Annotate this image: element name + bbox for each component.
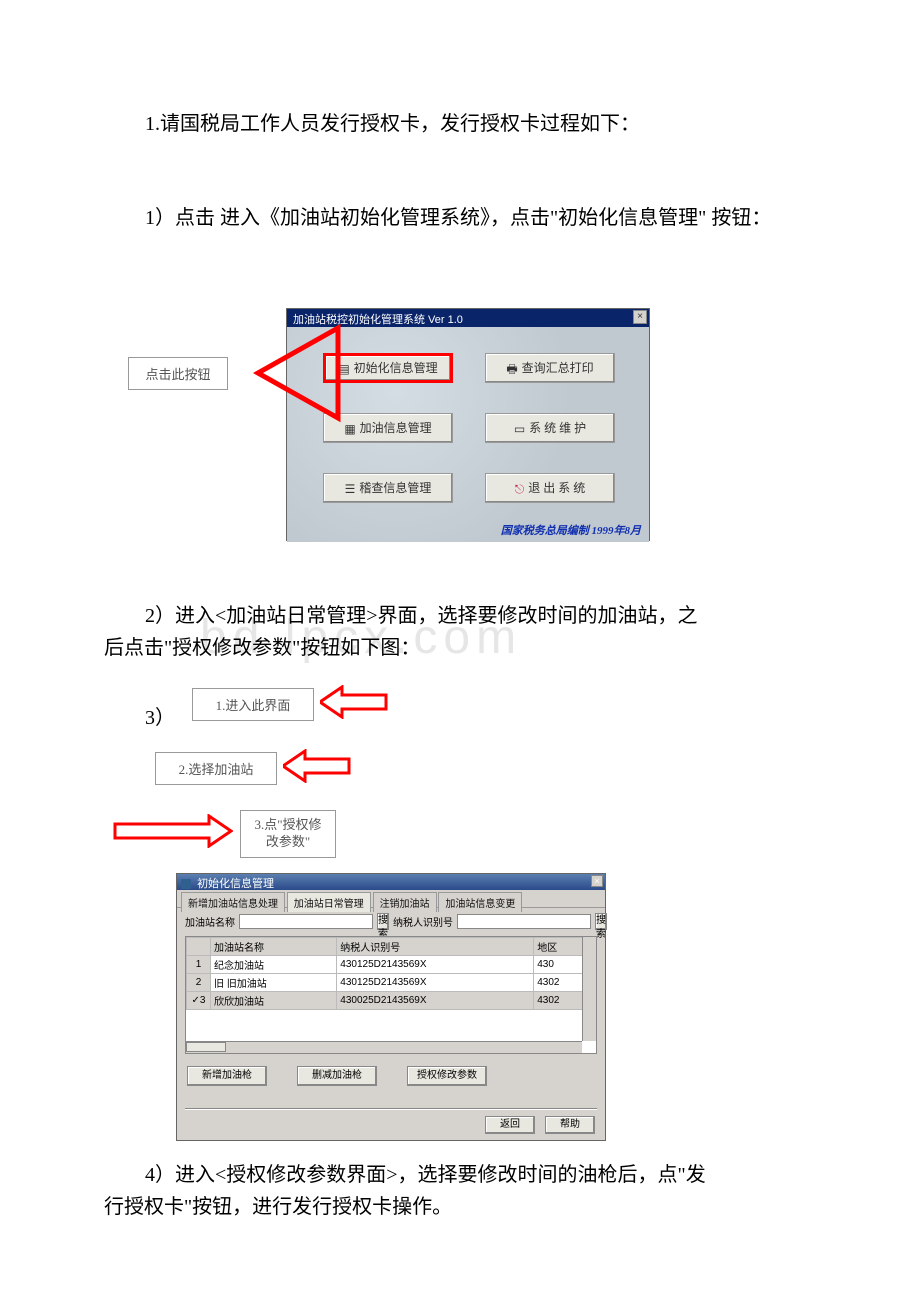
tab-station-daily-mgmt[interactable]: 加油站日常管理 bbox=[287, 892, 371, 912]
search-input-station-name[interactable] bbox=[239, 914, 373, 929]
search-button-2[interactable]: 搜索 bbox=[595, 913, 607, 930]
audit-info-mgmt-label: 稽查信息管理 bbox=[359, 481, 431, 495]
add-gas-gun-button[interactable]: 新增加油枪 bbox=[187, 1066, 267, 1086]
system-maint-button[interactable]: ▭ 系 统 维 护 bbox=[485, 413, 615, 443]
window2-separator bbox=[185, 1108, 597, 1110]
step2-box: 2.选择加油站 bbox=[155, 752, 277, 785]
remove-gas-gun-button[interactable]: 删减加油枪 bbox=[297, 1066, 377, 1086]
help-button[interactable]: 帮助 bbox=[545, 1116, 595, 1134]
grid-header-station-name: 加油站名称 bbox=[211, 938, 337, 956]
window1-close-button[interactable]: × bbox=[633, 310, 647, 324]
exit-icon: ⎋ bbox=[515, 475, 525, 503]
paragraph-2-line1: 1）点击 进入《加油站初始化管理系统》，点击"初始化信息管理" 按钮： bbox=[145, 202, 845, 234]
query-print-label: 查询汇总打印 bbox=[522, 361, 594, 375]
grid-row-1[interactable]: 1 纪念加油站 430125D2143569X 430 bbox=[187, 956, 596, 974]
paragraph-4-line2: 行授权卡"按钮，进行发行授权卡操作。 bbox=[104, 1191, 804, 1223]
search-button-1[interactable]: 搜索 bbox=[377, 913, 389, 930]
auth-modify-params-button[interactable]: 授权修改参数 bbox=[407, 1066, 487, 1086]
paragraph-1: 1.请国税局工作人员发行授权卡，发行授权卡过程如下： bbox=[145, 108, 845, 140]
grid-cell-name-2: 旧 旧加油站 bbox=[211, 974, 337, 992]
tab-station-info-change[interactable]: 加油站信息变更 bbox=[438, 892, 522, 912]
search-label-tax-id: 纳税人识别号 bbox=[393, 914, 453, 929]
grid-header-blank bbox=[187, 938, 211, 956]
callout-click-this-button: 点击此按钮 bbox=[128, 357, 228, 390]
grid-rownum-1: 1 bbox=[187, 956, 211, 974]
list-icon: ☰ bbox=[345, 475, 356, 503]
grid-horizontal-scrollbar[interactable] bbox=[186, 1041, 582, 1053]
grid-header-tax-id: 纳税人识别号 bbox=[337, 938, 534, 956]
grid-cell-tax-2: 430125D2143569X bbox=[337, 974, 534, 992]
search-input-tax-id[interactable] bbox=[457, 914, 591, 929]
grid-rownum-3: ✓3 bbox=[187, 992, 211, 1010]
paragraph-3-line1: 2）进入<加油站日常管理>界面，选择要修改时间的加油站，之 bbox=[145, 600, 845, 632]
grid-row-3-selected[interactable]: ✓3 欣欣加油站 430025D2143569X 4302 bbox=[187, 992, 596, 1010]
system-maint-label: 系 统 维 护 bbox=[529, 421, 586, 435]
red-arrow-step1 bbox=[320, 685, 390, 719]
red-arrow-pointer-1 bbox=[228, 318, 348, 428]
window2-icon bbox=[181, 879, 191, 889]
query-print-button[interactable]: 🖶 查询汇总打印 bbox=[485, 353, 615, 383]
step3-box: 3.点"授权修改参数" bbox=[240, 810, 336, 858]
grid-cell-tax-1: 430125D2143569X bbox=[337, 956, 534, 974]
window1-footer: 国家税务总局编制 1999年8月 bbox=[501, 522, 641, 538]
monitor-icon: ▭ bbox=[514, 415, 525, 443]
window-init-info-mgmt: 初始化信息管理 × 新增加油站信息处理 加油站日常管理 注销加油站 加油站信息变… bbox=[176, 873, 606, 1141]
back-button[interactable]: 返回 bbox=[485, 1116, 535, 1134]
grid-cell-name-1: 纪念加油站 bbox=[211, 956, 337, 974]
paragraph-3-number: 3） bbox=[145, 702, 175, 734]
grid-rownum-2: 2 bbox=[187, 974, 211, 992]
grid-header-row: 加油站名称 纳税人识别号 地区 bbox=[187, 938, 596, 956]
window2-footer: 返回 帮助 bbox=[485, 1116, 595, 1134]
grid-scroll-thumb[interactable] bbox=[186, 1042, 226, 1052]
paragraph-3-line2: 后点击"授权修改参数"按钮如下图： bbox=[104, 632, 804, 664]
red-arrow-step2 bbox=[283, 749, 353, 783]
window2-button-row: 新增加油枪 删减加油枪 授权修改参数 bbox=[177, 1056, 605, 1090]
search-label-station-name: 加油站名称 bbox=[185, 914, 235, 929]
window2-data-grid[interactable]: 加油站名称 纳税人识别号 地区 1 纪念加油站 430125D2143569X … bbox=[185, 936, 597, 1054]
grid-vertical-scrollbar[interactable] bbox=[582, 937, 596, 1041]
exit-system-button[interactable]: ⎋退 出 系 统 bbox=[485, 473, 615, 503]
red-arrow-step3 bbox=[113, 814, 233, 848]
window2-titlebar: 初始化信息管理 × bbox=[177, 874, 605, 890]
window2-tabrow: 新增加油站信息处理 加油站日常管理 注销加油站 加油站信息变更 bbox=[177, 890, 605, 908]
window2-close-button[interactable]: × bbox=[591, 875, 603, 887]
window2-title-text: 初始化信息管理 bbox=[197, 878, 274, 890]
printer-icon: 🖶 bbox=[506, 355, 517, 383]
tab-new-station-info[interactable]: 新增加油站信息处理 bbox=[181, 892, 285, 912]
tab-cancel-station[interactable]: 注销加油站 bbox=[373, 892, 437, 912]
step1-box: 1.进入此界面 bbox=[192, 688, 314, 721]
grid-cell-name-3: 欣欣加油站 bbox=[211, 992, 337, 1010]
grid-cell-tax-3: 430025D2143569X bbox=[337, 992, 534, 1010]
add-info-mgmt-label: 加油信息管理 bbox=[360, 421, 432, 435]
exit-system-label: 退 出 系 统 bbox=[528, 481, 585, 495]
audit-info-mgmt-button[interactable]: ☰稽查信息管理 bbox=[323, 473, 453, 503]
init-info-mgmt-label: 初始化信息管理 bbox=[354, 361, 438, 375]
grid-row-2[interactable]: 2 旧 旧加油站 430125D2143569X 4302 bbox=[187, 974, 596, 992]
paragraph-4-line1: 4）进入<授权修改参数界面>，选择要修改时间的油枪后，点"发 bbox=[145, 1159, 845, 1191]
